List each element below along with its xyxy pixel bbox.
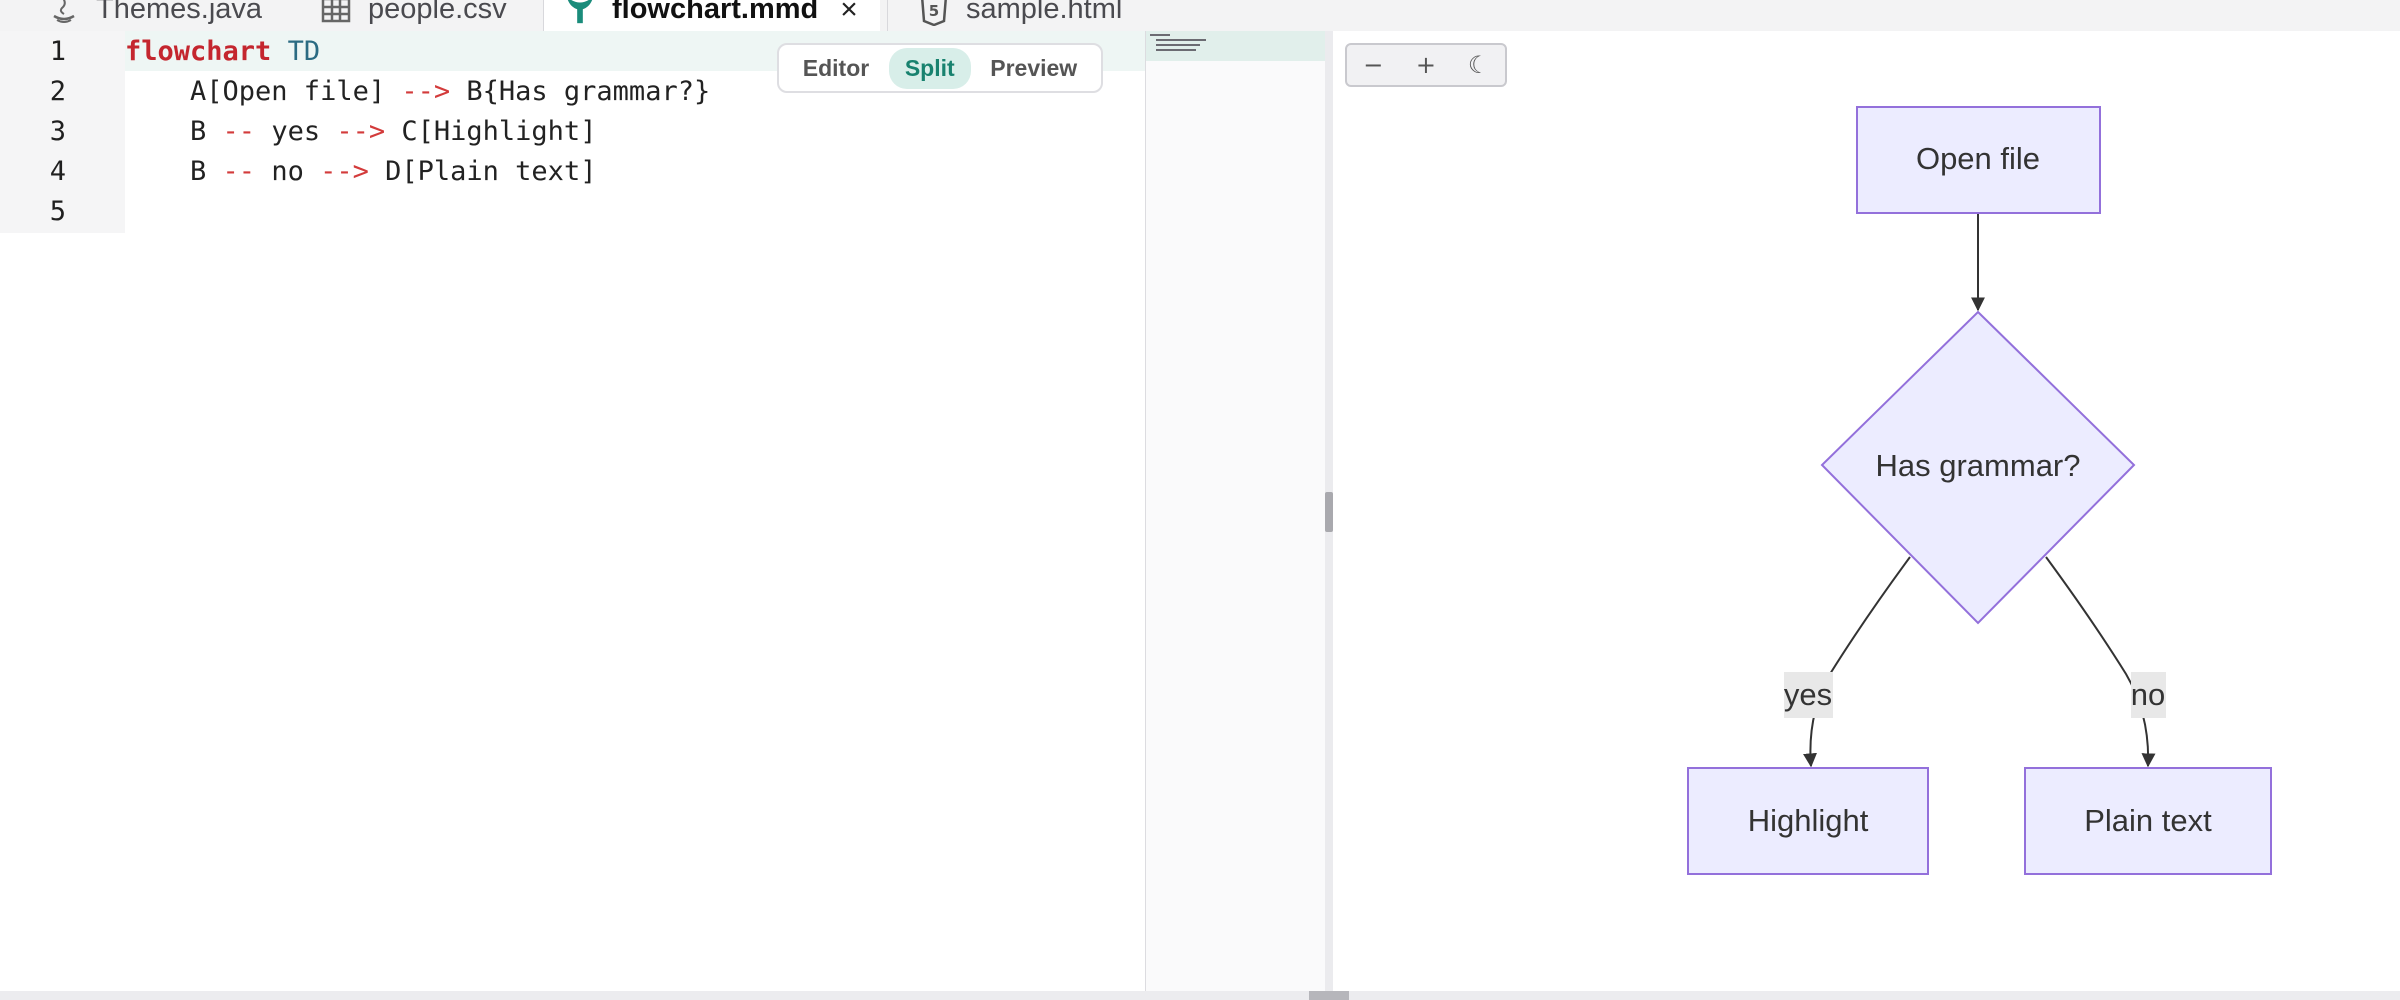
code-text: B bbox=[125, 156, 223, 187]
code-line-1[interactable]: flowchart TD bbox=[125, 32, 320, 72]
line-number: 2 bbox=[49, 76, 66, 107]
keyword-token: flowchart bbox=[125, 36, 272, 67]
minimap-line bbox=[1156, 39, 1206, 41]
html5-icon: 5 bbox=[918, 0, 950, 26]
line-number: 4 bbox=[49, 156, 66, 187]
code-text: B{Has grammar?} bbox=[450, 76, 711, 107]
flowchart-diagram: Open file Has grammar? Highlight Plain t… bbox=[1687, 106, 2272, 875]
tab-label: people.csv bbox=[368, 0, 507, 25]
node-label: Open file bbox=[1916, 141, 2040, 176]
close-icon[interactable]: × bbox=[840, 0, 858, 27]
edge-b-c bbox=[1803, 556, 1911, 768]
java-icon bbox=[48, 0, 80, 26]
horizontal-scrollbar[interactable] bbox=[0, 991, 2400, 1000]
tab-sample-html[interactable]: 5 sample.html bbox=[918, 0, 1122, 31]
mermaid-icon bbox=[564, 0, 596, 26]
minimap-line bbox=[1150, 34, 1170, 36]
code-line-3[interactable]: B -- yes --> C[Highlight] bbox=[125, 112, 596, 152]
code-text: no bbox=[255, 156, 321, 187]
node-label: Plain text bbox=[2084, 803, 2212, 838]
minimap-viewport[interactable] bbox=[1146, 31, 1326, 61]
edge-label-yes: yes bbox=[1784, 677, 1832, 712]
arrow-token: --> bbox=[336, 116, 386, 147]
arrow-token: --> bbox=[320, 156, 369, 187]
tab-label: sample.html bbox=[966, 0, 1123, 25]
minimap-line bbox=[1156, 44, 1200, 46]
splitter-handle[interactable] bbox=[1325, 492, 1333, 532]
code-text: B bbox=[125, 116, 223, 147]
tab-label: Themes.java bbox=[96, 0, 263, 25]
line-number: 1 bbox=[49, 36, 66, 67]
split-view-button[interactable]: Split bbox=[888, 47, 971, 89]
arrow-token: --> bbox=[401, 76, 451, 107]
minimap-line bbox=[1156, 49, 1196, 51]
code-text: D[Plain text] bbox=[368, 156, 597, 187]
node-label: Highlight bbox=[1748, 803, 1869, 838]
minimap[interactable] bbox=[1145, 31, 1326, 991]
direction-token: TD bbox=[287, 36, 321, 67]
editor-view-button[interactable]: Editor bbox=[787, 48, 885, 89]
edge-label-no: no bbox=[2131, 677, 2165, 712]
tab-flowchart-mmd[interactable]: flowchart.mmd × bbox=[544, 0, 880, 31]
preview-view-button[interactable]: Preview bbox=[974, 48, 1093, 89]
tab-bar: Themes.java people.csv flowchart.mmd × 5… bbox=[0, 0, 2400, 32]
code-text: C[Highlight] bbox=[385, 116, 597, 147]
scrollbar-thumb[interactable] bbox=[1309, 991, 1349, 1000]
tab-themes-java[interactable]: Themes.java bbox=[48, 0, 262, 31]
code-editor[interactable]: 1 2 3 4 5 flowchart TD A[Open file] --> … bbox=[0, 31, 1145, 991]
view-mode-toggle: Editor Split Preview bbox=[777, 43, 1103, 93]
svg-text:5: 5 bbox=[929, 2, 939, 20]
arrow-token: -- bbox=[222, 116, 256, 147]
node-label: Has grammar? bbox=[1876, 448, 2081, 483]
edge-b-d bbox=[2045, 556, 2156, 768]
arrow-token: -- bbox=[222, 156, 256, 187]
tab-label: flowchart.mmd bbox=[612, 0, 819, 25]
code-text: A[Open file] bbox=[125, 76, 402, 107]
tab-divider bbox=[887, 0, 888, 31]
line-number: 3 bbox=[49, 116, 66, 147]
code-line-4[interactable]: B -- no --> D[Plain text] bbox=[125, 152, 596, 192]
tab-people-csv[interactable]: people.csv bbox=[320, 0, 507, 31]
line-number: 5 bbox=[49, 196, 66, 227]
table-icon bbox=[320, 0, 352, 26]
code-line-2[interactable]: A[Open file] --> B{Has grammar?} bbox=[125, 72, 710, 112]
code-text: yes bbox=[255, 116, 337, 147]
